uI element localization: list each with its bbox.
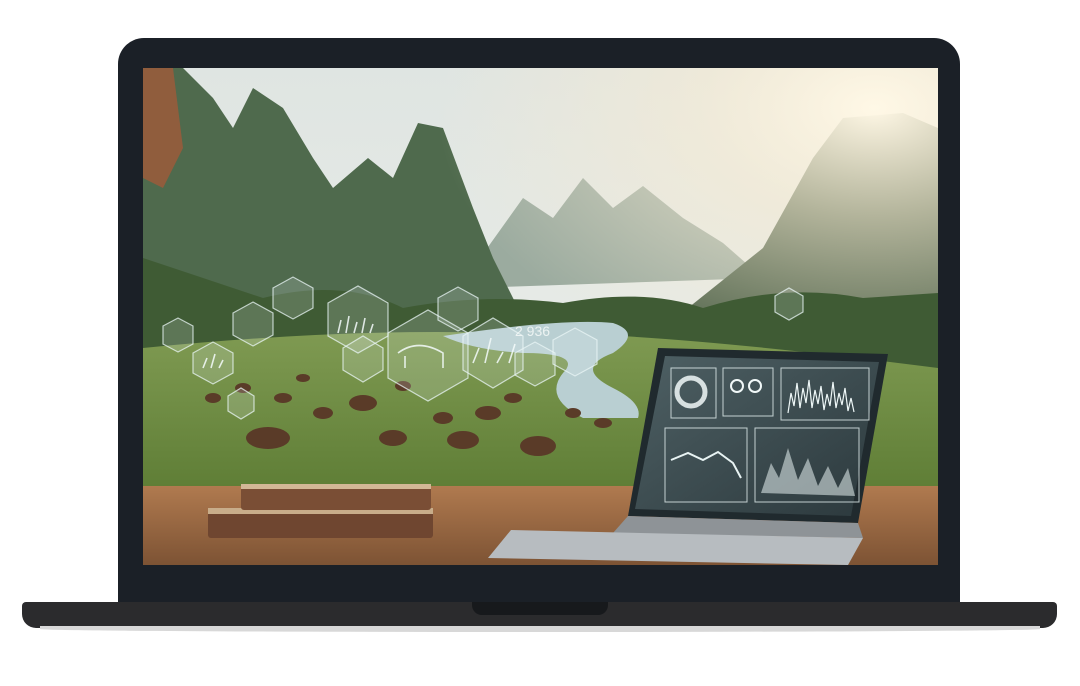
books <box>208 484 433 538</box>
overlay-number: 2 936 <box>515 323 550 339</box>
laptop-screen: 2 936 <box>143 68 938 565</box>
laptop-notch <box>472 602 608 615</box>
laptop-shadow <box>40 626 1040 632</box>
scene-photo: 2 936 <box>143 68 938 565</box>
